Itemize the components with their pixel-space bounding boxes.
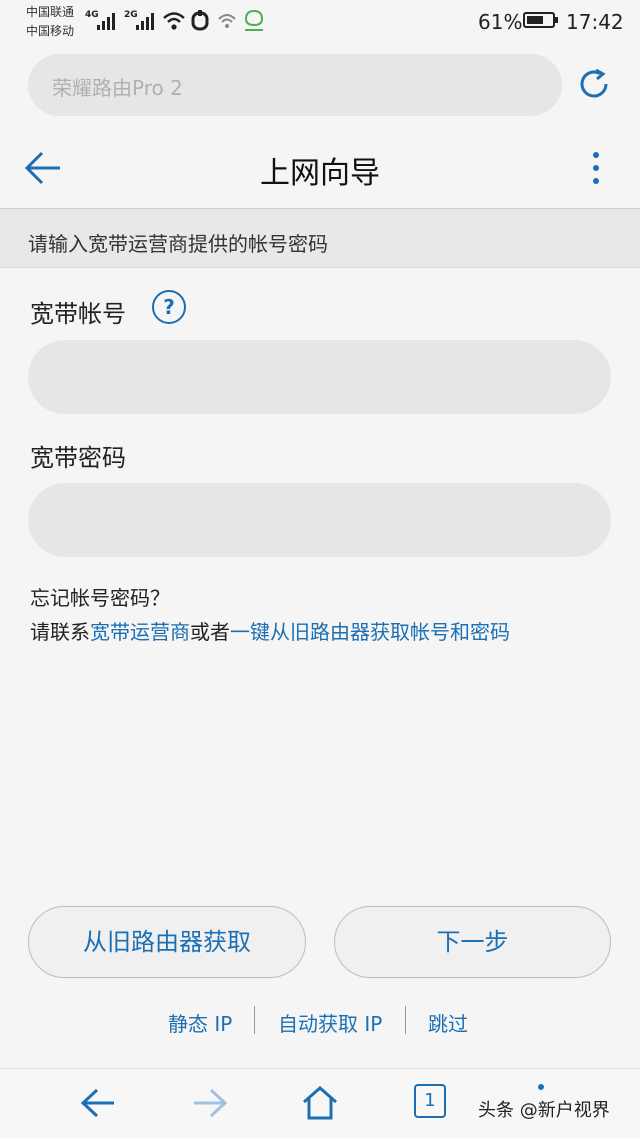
battery-icon [523, 12, 558, 28]
wifi-icon [163, 12, 185, 30]
signal-icon [97, 12, 115, 30]
skip-link[interactable]: 跳过 [428, 1008, 468, 1037]
page-title: 上网向导 [260, 156, 380, 191]
signal-icon [136, 12, 154, 30]
next-button[interactable]: 下一步 [334, 906, 611, 978]
tabs-button[interactable]: 1 [414, 1084, 446, 1118]
fetch-from-old-link[interactable]: 一键从旧路由器获取帐号和密码 [230, 620, 510, 644]
browser-forward-icon[interactable] [190, 1085, 230, 1121]
battery-percent: 61% [478, 10, 523, 34]
hotspot-icon [218, 14, 236, 28]
account-input[interactable] [28, 340, 611, 414]
notice-text: 请输入宽带运营商提供的帐号密码 [28, 232, 328, 256]
fetch-from-old-router-button[interactable]: 从旧路由器获取 [28, 906, 306, 978]
contact-prefix: 请联系 [30, 620, 90, 644]
contact-hint: 请联系宽带运营商或者一键从旧路由器获取帐号和密码 [30, 616, 510, 645]
password-input[interactable] [28, 483, 611, 557]
reload-icon[interactable] [576, 66, 612, 102]
address-text[interactable]: 荣耀路由Pro 2 [52, 72, 183, 101]
menu-dot-icon[interactable] [538, 1084, 544, 1090]
watermark: 头条 @新户视界 [478, 1100, 610, 1121]
static-ip-link[interactable]: 静态 IP [168, 1008, 232, 1037]
password-label: 宽带密码 [30, 444, 126, 472]
separator [254, 1006, 255, 1034]
forgot-text: 忘记帐号密码？ [30, 586, 170, 610]
notification-icon [191, 10, 209, 31]
help-icon[interactable]: ? [152, 290, 186, 324]
message-icon [244, 9, 264, 31]
carrier-1: 中国联通 [26, 5, 75, 19]
contact-middle: 或者 [190, 620, 230, 644]
more-vert-icon[interactable] [588, 152, 604, 188]
carrier-2: 中国移动 [26, 24, 75, 38]
separator [405, 1006, 406, 1034]
clock: 17:42 [566, 10, 624, 34]
browser-back-icon[interactable] [78, 1085, 118, 1121]
home-icon[interactable] [300, 1085, 340, 1121]
account-label: 宽带帐号 [30, 300, 126, 328]
isp-link[interactable]: 宽带运营商 [90, 620, 190, 644]
dhcp-link[interactable]: 自动获取 IP [278, 1008, 382, 1037]
